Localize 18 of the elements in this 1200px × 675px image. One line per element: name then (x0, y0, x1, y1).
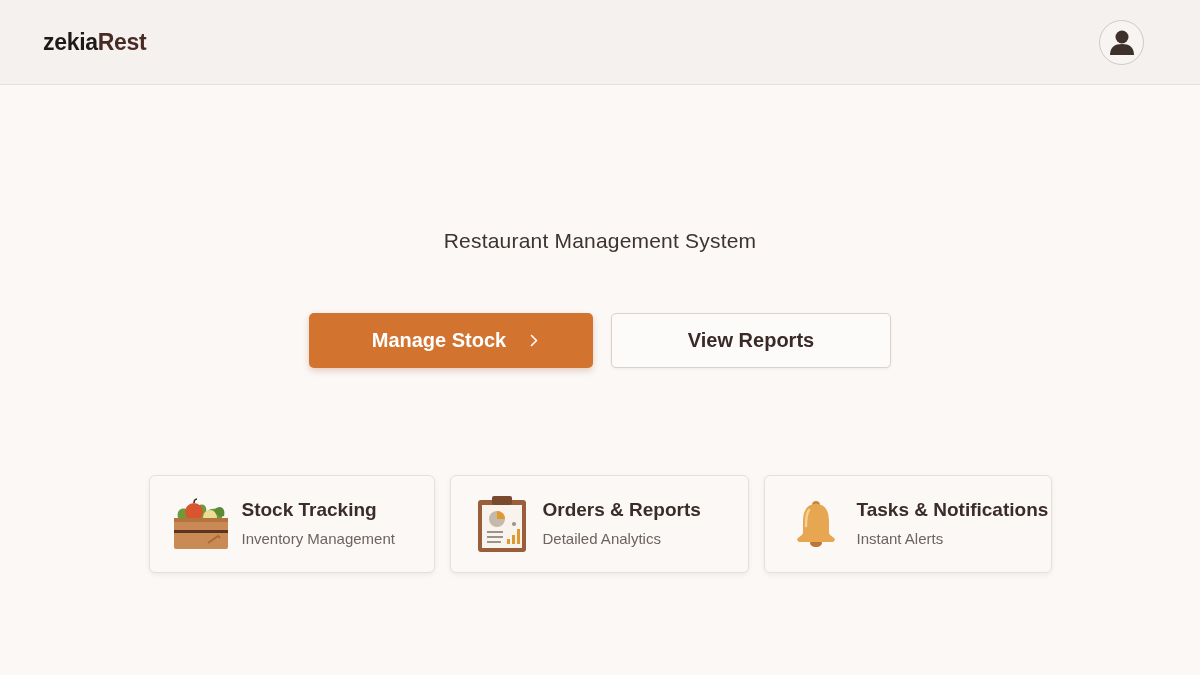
feature-title: Orders & Reports (542, 498, 701, 522)
feature-card[interactable]: Tasks & Notifications Instant Alerts (763, 474, 1052, 573)
feature-subtitle: Instant Alerts (856, 530, 945, 549)
clipboard-chart-icon (476, 494, 527, 553)
avatar-button[interactable] (1099, 19, 1144, 65)
feature-title: Stock Tracking (241, 498, 378, 522)
view-reports-button[interactable]: View Reports (611, 312, 891, 368)
feature-title: Tasks & Notifications (856, 498, 1049, 522)
tagline: Restaurant Management System (443, 228, 757, 254)
user-icon (1108, 29, 1135, 55)
feature-card[interactable]: Stock Tracking Inventory Management (148, 474, 435, 573)
chevron-right-icon (530, 333, 539, 347)
feature-card[interactable]: Orders & Reports Detailed Analytics (449, 474, 749, 573)
logo[interactable]: zekiaRest (43, 30, 147, 54)
produce-crate-icon (171, 497, 230, 550)
feature-subtitle: Detailed Analytics (542, 530, 662, 549)
bell-icon (794, 499, 837, 548)
feature-subtitle: Inventory Management (241, 530, 395, 549)
